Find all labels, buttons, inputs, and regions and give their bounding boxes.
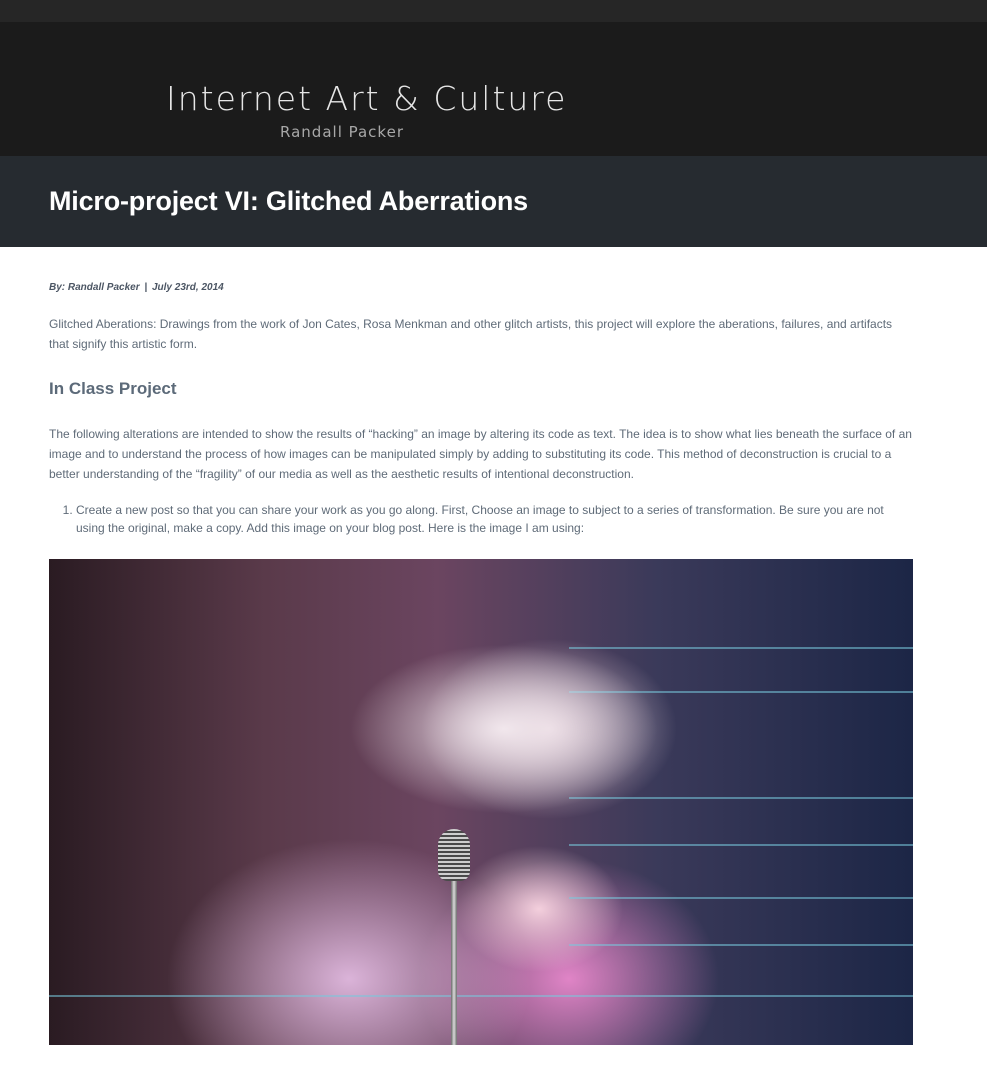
section-heading: In Class Project	[49, 379, 177, 398]
image-mic-stand	[451, 859, 457, 1045]
byline-date: July 23rd, 2014	[151, 282, 224, 293]
page-title: Micro-project VI: Glitched Aberrations	[49, 186, 528, 216]
byline-author[interactable]: By: Randall Packer	[49, 282, 140, 293]
intro-paragraph: Glitched Aberations: Drawings from the w…	[49, 317, 893, 351]
post-byline: By: Randall Packer | July 23rd, 2014	[49, 281, 913, 295]
site-title[interactable]: Internet Art & Culture	[166, 80, 567, 118]
byline-separator: |	[144, 282, 148, 293]
top-admin-bar	[0, 0, 987, 22]
image-light-stripe	[569, 647, 913, 649]
post-content: By: Randall Packer | July 23rd, 2014 Gli…	[0, 281, 987, 1045]
image-light-stripe	[569, 844, 913, 846]
image-light-stripe	[569, 897, 913, 899]
site-header: Internet Art & Culture Randall Packer	[0, 22, 987, 156]
body-paragraph: The following alterations are intended t…	[49, 427, 912, 481]
site-subtitle: Randall Packer	[280, 123, 404, 141]
image-smoke-cloud	[349, 644, 659, 814]
image-light-stripe	[49, 995, 913, 997]
page-title-bar: Micro-project VI: Glitched Aberrations	[0, 156, 987, 247]
steps-list: Create a new post so that you can share …	[49, 501, 913, 537]
image-light-stripe	[569, 944, 913, 946]
image-microphone	[438, 829, 470, 881]
list-item: Create a new post so that you can share …	[76, 501, 913, 537]
image-light-stripe	[569, 797, 913, 799]
post-image	[49, 559, 913, 1045]
